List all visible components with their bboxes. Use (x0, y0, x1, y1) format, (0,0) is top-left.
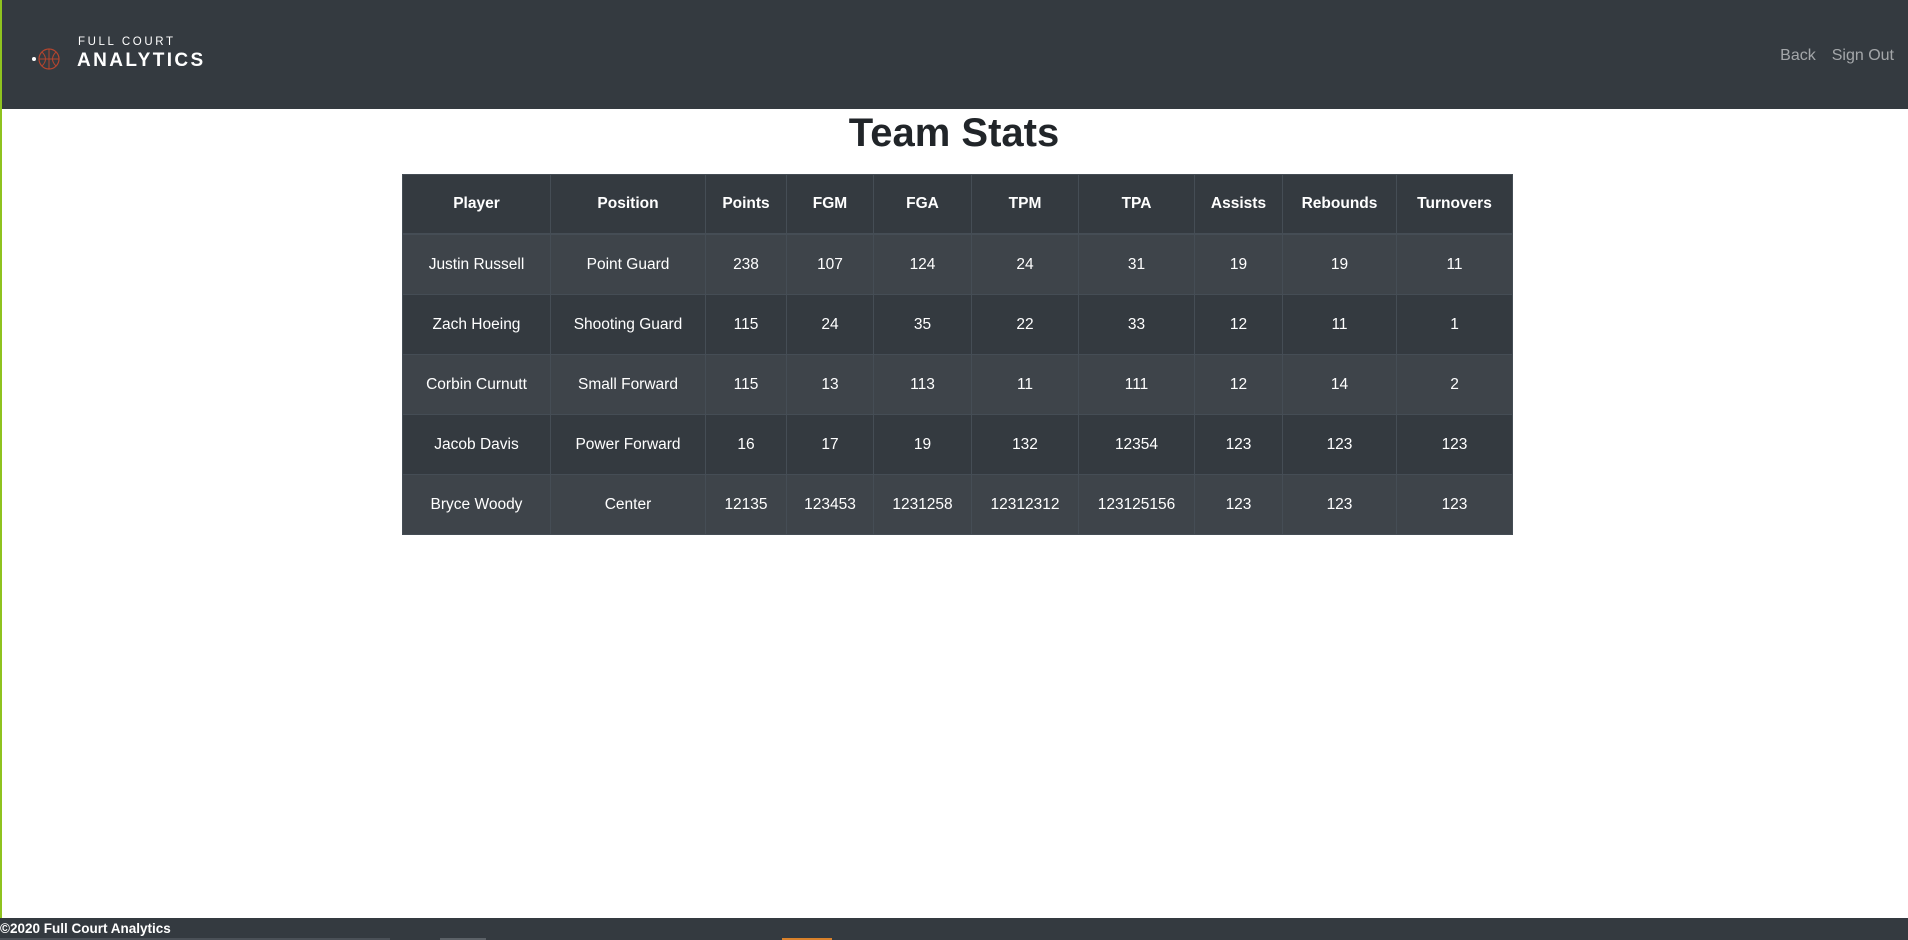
copyright-text: ©2020 Full Court Analytics (0, 921, 171, 936)
fga-cell: 1231258 (873, 474, 972, 535)
column-header-rebounds: Rebounds (1282, 174, 1397, 235)
position-cell: Shooting Guard (550, 294, 706, 355)
table-row: Jacob Davis Power Forward 16 17 19 132 1… (402, 414, 1513, 475)
points-cell: 115 (705, 354, 787, 415)
table-body: Justin Russell Point Guard 238 107 124 2… (402, 233, 1513, 535)
tpa-cell: 33 (1078, 294, 1195, 355)
player-cell: Justin Russell (402, 233, 551, 295)
fgm-cell: 24 (786, 294, 874, 355)
header-row: Player Position Points FGM FGA TPM TPA A… (402, 174, 1513, 235)
column-header-tpa: TPA (1078, 174, 1195, 235)
column-header-assists: Assists (1194, 174, 1283, 235)
assists-cell: 123 (1194, 474, 1283, 535)
rebounds-cell: 123 (1282, 474, 1397, 535)
points-cell: 115 (705, 294, 787, 355)
table-row: Justin Russell Point Guard 238 107 124 2… (402, 233, 1513, 295)
assists-cell: 19 (1194, 233, 1283, 295)
column-header-turnovers: Turnovers (1396, 174, 1513, 235)
turnovers-cell: 1 (1396, 294, 1513, 355)
column-header-position: Position (550, 174, 706, 235)
back-link[interactable]: Back (1780, 47, 1816, 65)
fgm-cell: 17 (786, 414, 874, 475)
player-cell: Zach Hoeing (402, 294, 551, 355)
fga-cell: 124 (873, 233, 972, 295)
turnovers-cell: 123 (1396, 474, 1513, 535)
tpm-cell: 24 (971, 233, 1079, 295)
table-row: Bryce Woody Center 12135 123453 1231258 … (402, 474, 1513, 535)
nav-links: Back Sign Out (1780, 47, 1894, 65)
points-cell: 12135 (705, 474, 787, 535)
rebounds-cell: 19 (1282, 233, 1397, 295)
page-title: Team Stats (848, 111, 1060, 155)
assists-cell: 12 (1194, 354, 1283, 415)
tpa-cell: 123125156 (1078, 474, 1195, 535)
column-header-points: Points (705, 174, 787, 235)
column-header-tpm: TPM (971, 174, 1079, 235)
table-row: Zach Hoeing Shooting Guard 115 24 35 22 … (402, 294, 1513, 355)
tpm-cell: 11 (971, 354, 1079, 415)
column-header-fgm: FGM (786, 174, 874, 235)
tpm-cell: 132 (971, 414, 1079, 475)
turnovers-cell: 2 (1396, 354, 1513, 415)
team-stats-table: Player Position Points FGM FGA TPM TPA A… (402, 174, 1513, 535)
player-cell: Bryce Woody (402, 474, 551, 535)
fgm-cell: 107 (786, 233, 874, 295)
assists-cell: 12 (1194, 294, 1283, 355)
rebounds-cell: 123 (1282, 414, 1397, 475)
tpm-cell: 12312312 (971, 474, 1079, 535)
brand-name-bottom: ANALYTICS (77, 50, 206, 71)
turnovers-cell: 123 (1396, 414, 1513, 475)
sign-out-link[interactable]: Sign Out (1832, 47, 1894, 65)
assists-cell: 123 (1194, 414, 1283, 475)
position-cell: Small Forward (550, 354, 706, 415)
points-cell: 16 (705, 414, 787, 475)
fgm-cell: 13 (786, 354, 874, 415)
tpa-cell: 111 (1078, 354, 1195, 415)
fga-cell: 35 (873, 294, 972, 355)
rebounds-cell: 14 (1282, 354, 1397, 415)
rebounds-cell: 11 (1282, 294, 1397, 355)
player-cell: Corbin Curnutt (402, 354, 551, 415)
points-cell: 238 (705, 233, 787, 295)
tpa-cell: 31 (1078, 233, 1195, 295)
navbar: FULL COURT ANALYTICS Back Sign Out (2, 0, 1908, 109)
player-cell: Jacob Davis (402, 414, 551, 475)
tpm-cell: 22 (971, 294, 1079, 355)
column-header-fga: FGA (873, 174, 972, 235)
table-row: Corbin Curnutt Small Forward 115 13 113 … (402, 354, 1513, 415)
fgm-cell: 123453 (786, 474, 874, 535)
position-cell: Point Guard (550, 233, 706, 295)
basketball-icon (38, 48, 60, 70)
brand-logo[interactable]: FULL COURT ANALYTICS (32, 36, 217, 76)
brand-name-top: FULL COURT (78, 36, 176, 48)
tpa-cell: 12354 (1078, 414, 1195, 475)
position-cell: Power Forward (550, 414, 706, 475)
turnovers-cell: 11 (1396, 233, 1513, 295)
logo-dot (32, 57, 36, 61)
column-header-player: Player (402, 174, 551, 235)
fga-cell: 113 (873, 354, 972, 415)
position-cell: Center (550, 474, 706, 535)
table-header: Player Position Points FGM FGA TPM TPA A… (402, 174, 1513, 235)
fga-cell: 19 (873, 414, 972, 475)
footer: ©2020 Full Court Analytics (0, 918, 1908, 940)
